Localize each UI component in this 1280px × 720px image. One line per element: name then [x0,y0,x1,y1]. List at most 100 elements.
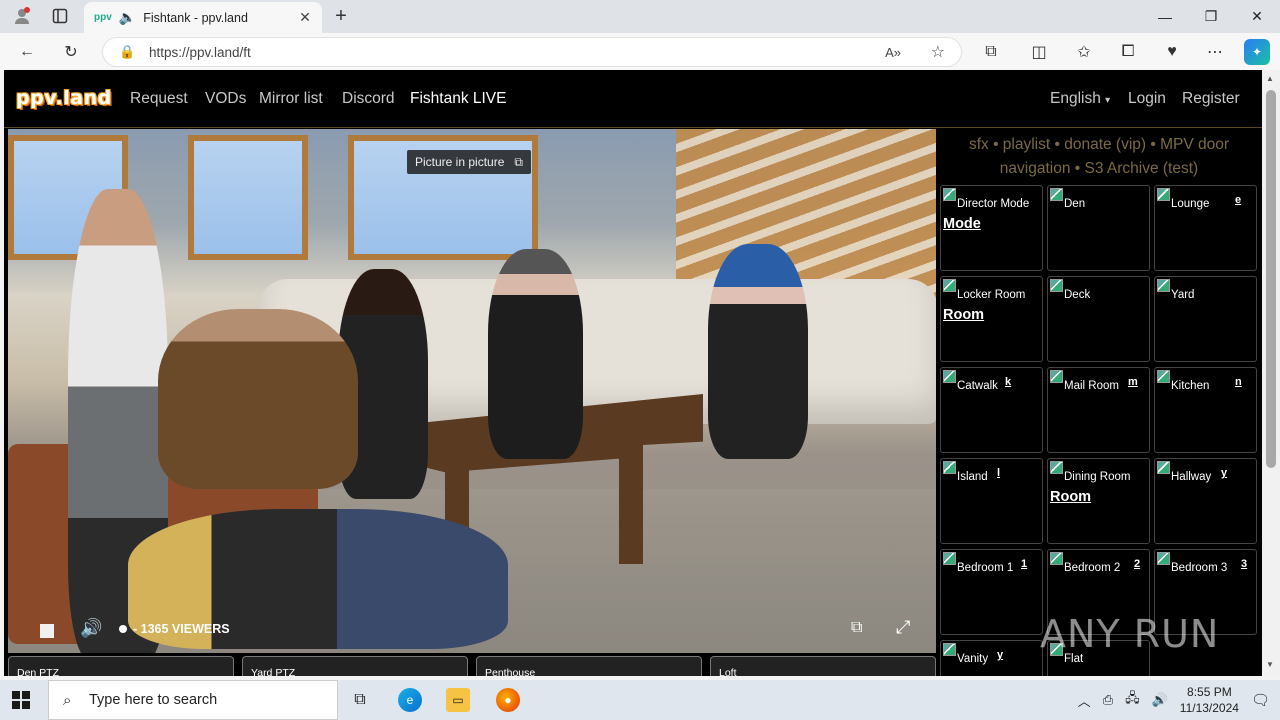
copilot-icon[interactable]: ✦ [1244,39,1270,65]
performance-icon[interactable]: ♥ [1159,39,1185,65]
close-tab-icon[interactable]: ✕ [296,9,314,26]
cam-catwalk[interactable]: Catwalk k [940,367,1043,453]
extensions-icon[interactable]: ⧉ [978,39,1004,65]
nav-vods[interactable]: VODs [205,90,246,108]
speaker-icon[interactable]: 🔊 [1152,692,1168,708]
maximize-icon[interactable]: ❐ [1188,0,1234,33]
settings-more-icon[interactable]: ⋯ [1202,39,1228,65]
refresh-icon[interactable]: ↻ [58,39,84,65]
video-player[interactable] [8,129,936,653]
address-bar[interactable]: 🔒 https://ppv.land/ft A» ☆ [102,37,962,67]
picture-in-picture-tooltip[interactable]: Picture in picture ⧉ [407,150,531,174]
thumb-label: Yard PTZ [251,667,296,676]
split-screen-icon[interactable]: ◫ [1026,39,1052,65]
tray-device-icon[interactable]: ⎙ [1103,692,1113,708]
clock[interactable]: 8:55 PM 11/13/2024 [1180,684,1239,716]
cam-lounge[interactable]: Lounge e [1154,185,1257,271]
cam-kitchen[interactable]: Kitchen n [1154,367,1257,453]
thumb-yard-ptz[interactable]: Yard PTZ [242,656,468,676]
network-icon[interactable]: 🖧 [1125,689,1140,711]
login-link[interactable]: Login [1128,90,1166,108]
lock-icon[interactable]: 🔒 [119,44,135,60]
site-navbar: ppv.land Request VODs Mirror list Discor… [4,70,1262,128]
window-image [188,135,308,260]
nav-request[interactable]: Request [130,90,188,108]
cam-label: Catwalk [957,380,998,392]
window-close-icon[interactable]: ✕ [1234,0,1280,33]
volume-icon[interactable]: 🔊 [80,618,102,639]
fullscreen-icon[interactable]: ⤢ [896,617,910,638]
thumb-label: Loft [719,667,737,676]
back-icon[interactable]: ← [14,39,40,65]
task-view-icon[interactable]: ⧉ [348,688,372,712]
cam-hallway[interactable]: Hallway y [1154,458,1257,544]
broken-image-icon [943,552,956,565]
nav-mirror-list[interactable]: Mirror list [259,90,323,108]
side-links-line-2[interactable]: navigation • S3 Archive (test) [936,157,1262,181]
notifications-icon[interactable]: 🗨 [1251,691,1270,709]
cam-island[interactable]: Island l [940,458,1043,544]
cam-den[interactable]: Den [1047,185,1150,271]
audio-playing-icon[interactable]: 🔈 [119,9,136,26]
live-viewers: - 1365 VIEWERS [119,622,230,636]
cam-director-mode[interactable]: Director Mode Mode [940,185,1043,271]
favorites-icon[interactable]: ✩ [1071,39,1097,65]
cam-alt-text: 2 [1134,558,1141,570]
pip-label: Picture in picture [415,155,505,169]
person-figure [708,244,808,459]
cam-yard[interactable]: Yard [1154,276,1257,362]
profile-icon[interactable] [8,4,36,28]
windows-start-icon[interactable] [12,691,30,709]
scroll-down-icon[interactable]: ▼ [1266,660,1274,669]
nav-discord[interactable]: Discord [342,90,395,108]
tab-title: Fishtank - ppv.land [143,10,248,25]
site-logo[interactable]: ppv.land [16,87,112,109]
thumb-den-ptz[interactable]: Den PTZ [8,656,234,676]
cam-dining-room[interactable]: Dining Room Room [1047,458,1150,544]
broken-image-icon [1050,461,1063,474]
cam-deck[interactable]: Deck [1047,276,1150,362]
cam-label: Deck [1064,289,1091,301]
cam-label: Lounge [1171,198,1210,210]
nav-fishtank-live[interactable]: Fishtank LIVE [410,90,507,108]
collections-icon[interactable]: ⧠ [1115,39,1141,65]
language-dropdown[interactable]: English ▾ [1050,90,1110,108]
thumb-loft[interactable]: Loft [710,656,936,676]
broken-image-icon [943,370,956,383]
scrollbar-thumb[interactable] [1266,90,1276,468]
broken-image-icon [1157,188,1170,201]
read-aloud-icon[interactable]: A» [885,45,901,60]
site-favicon-icon: ppv [94,12,112,23]
side-links-line-1[interactable]: sfx • playlist • donate (vip) • MPV door [936,133,1262,157]
favorite-star-icon[interactable]: ☆ [931,42,945,62]
cam-alt-text: n [1235,376,1242,388]
system-tray: ︿ ⎙ 🖧 🔊 8:55 PM 11/13/2024 🗨 [1078,680,1270,720]
scroll-up-icon[interactable]: ▲ [1266,74,1274,83]
minimize-icon[interactable]: — [1142,0,1188,33]
register-link[interactable]: Register [1182,90,1240,108]
cam-alt-text: e [1235,194,1242,206]
cam-mail-room[interactable]: Mail Room m [1047,367,1150,453]
firefox-icon[interactable]: ● [496,688,520,712]
cam-locker-room[interactable]: Locker Room Room [940,276,1043,362]
pip-toggle-icon[interactable]: ⧉ [851,619,862,637]
cam-alt-text: m [1128,376,1138,388]
new-tab-button[interactable]: + [327,4,355,28]
cam-bedroom-1[interactable]: Bedroom 1 1 [940,549,1043,635]
tab-actions-icon[interactable] [46,4,74,28]
cam-label: Mail Room [1064,380,1119,392]
page-scrollbar[interactable]: ▲ ▼ [1262,70,1280,676]
thumb-penthouse[interactable]: Penthouse [476,656,702,676]
edge-taskbar-icon[interactable]: e [398,688,422,712]
clock-time: 8:55 PM [1187,685,1232,699]
tray-chevron-up-icon[interactable]: ︿ [1078,691,1091,710]
stop-button[interactable] [40,624,54,638]
cam-alt-text: y [1221,467,1228,479]
windows-taskbar: ⌕ Type here to search ⧉ e ▭ ● ︿ ⎙ 🖧 🔊 8:… [0,680,1280,720]
file-explorer-icon[interactable]: ▭ [446,688,470,712]
broken-image-icon [943,461,956,474]
browser-tab-active[interactable]: ppv 🔈 Fishtank - ppv.land ✕ [84,2,322,33]
taskbar-search-box[interactable]: ⌕ Type here to search [48,680,338,720]
cam-vanity[interactable]: Vanity y [940,640,1043,676]
broken-image-icon [1157,279,1170,292]
